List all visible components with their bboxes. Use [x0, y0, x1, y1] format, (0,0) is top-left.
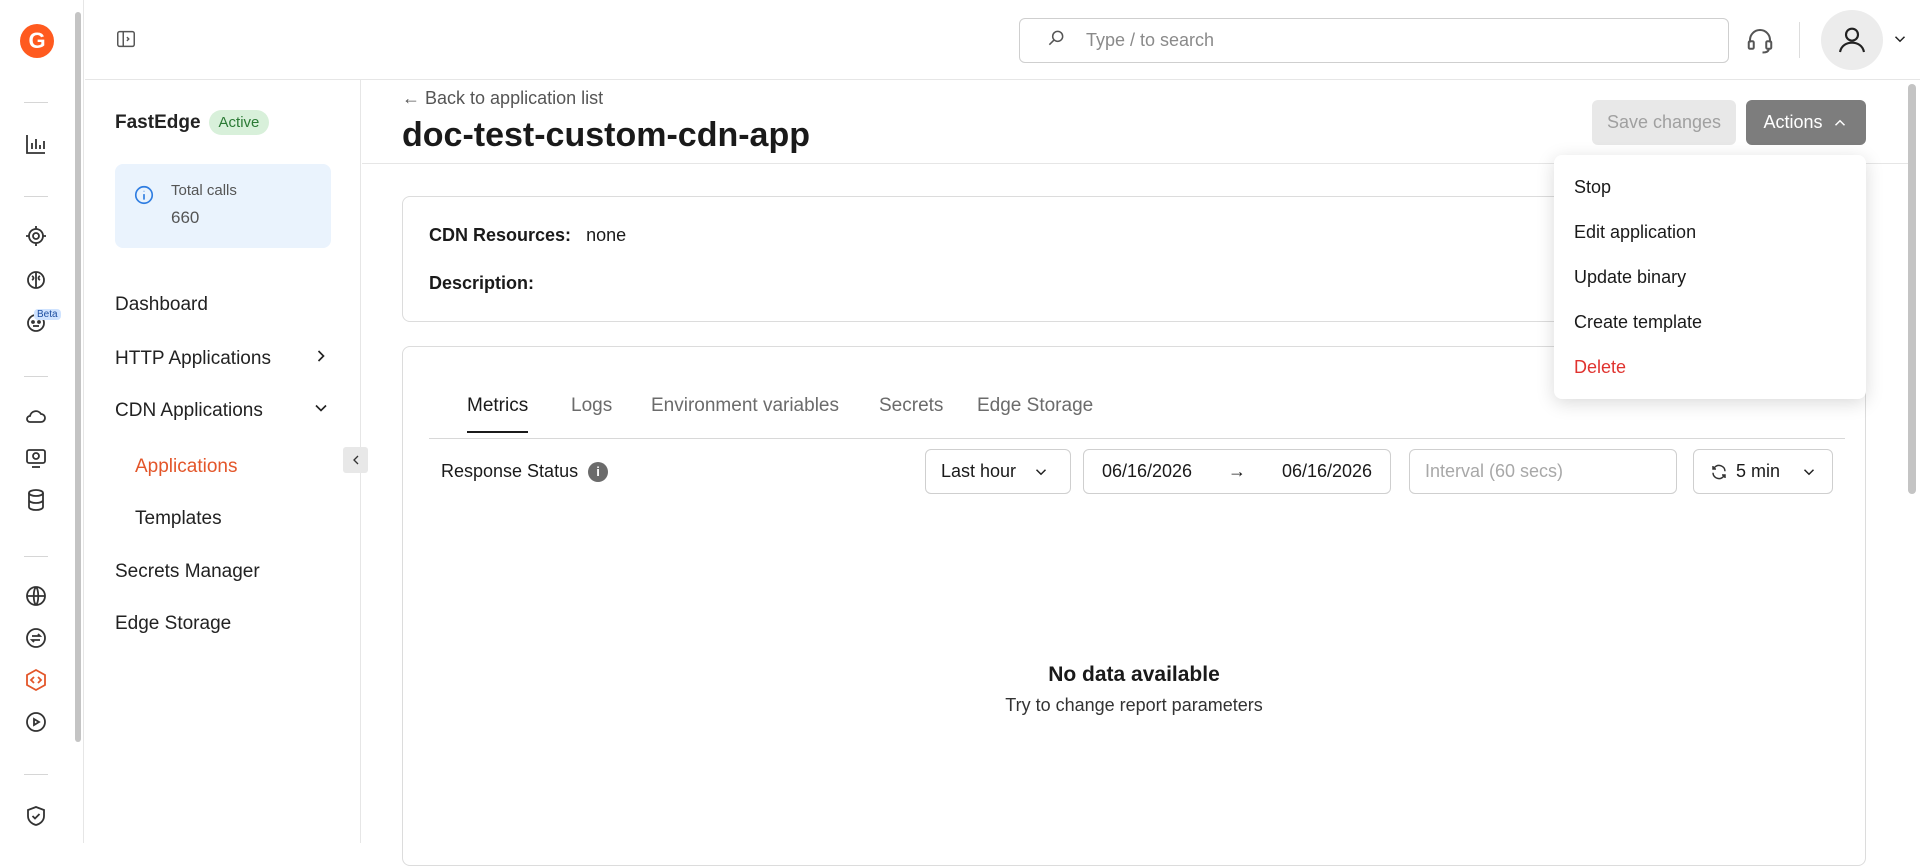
chevron-down-icon — [1036, 468, 1047, 475]
menu-item-edit-application[interactable]: Edit application — [1574, 222, 1696, 243]
tab-environment-variables[interactable]: Environment variables — [651, 395, 839, 431]
beta-badge: Beta — [34, 309, 61, 320]
total-calls-value: 660 — [171, 208, 200, 227]
database-icon[interactable] — [22, 486, 50, 514]
interval-placeholder: Interval (60 secs) — [1425, 461, 1564, 481]
chevron-down-icon — [1803, 468, 1815, 475]
brain-icon[interactable] — [22, 266, 50, 294]
menu-item-create-template[interactable]: Create template — [1574, 312, 1702, 333]
search-input[interactable]: Type / to search — [1019, 18, 1729, 63]
sidebar-item-templates[interactable]: Templates — [135, 508, 222, 530]
tab-edge-storage[interactable]: Edge Storage — [977, 395, 1093, 431]
cdn-resources-value: none — [586, 225, 627, 245]
rail-divider — [24, 102, 48, 103]
logo-icon[interactable]: G — [20, 24, 54, 58]
cdn-resources-row: CDN Resources: none — [429, 225, 626, 246]
refresh-select[interactable]: 5 min — [1693, 449, 1833, 494]
range-select-value: Last hour — [941, 461, 1017, 481]
status-badge: Active — [208, 110, 270, 135]
description-label: Description: — [429, 273, 535, 293]
response-status-title: Response Status i — [441, 461, 609, 482]
actions-label: Actions — [1763, 112, 1823, 132]
actions-menu: Stop Edit application Update binary Crea… — [1554, 155, 1866, 399]
cdn-resources-label: CDN Resources: — [429, 225, 572, 245]
sidebar-item-applications[interactable]: Applications — [135, 456, 237, 478]
interval-input[interactable]: Interval (60 secs) — [1409, 449, 1677, 494]
rail-divider — [24, 556, 48, 557]
tab-secrets[interactable]: Secrets — [879, 395, 943, 431]
product-title: FastEdge Active — [115, 110, 270, 135]
chevron-right-icon — [311, 346, 331, 372]
sidebar-item-label: Dashboard — [115, 294, 208, 315]
rail-scrollbar[interactable] — [75, 12, 81, 742]
top-bar: Type / to search — [85, 0, 1920, 80]
sidebar-item-edge-storage[interactable]: Edge Storage — [115, 613, 331, 635]
play-icon[interactable] — [22, 708, 50, 736]
topbar-divider — [1799, 22, 1800, 58]
actions-button[interactable]: Actions — [1746, 100, 1866, 145]
empty-state: No data available Try to change report p… — [403, 663, 1865, 716]
sidebar-item-cdn-applications[interactable]: CDN Applications — [115, 398, 331, 424]
sidebar-item-label: Secrets Manager — [115, 561, 260, 582]
code-icon[interactable] — [22, 666, 50, 694]
rail-divider — [24, 196, 48, 197]
date-range-picker[interactable]: 06/16/2026 → 06/16/2026 — [1083, 449, 1391, 494]
back-link-label: Back to application list — [425, 88, 604, 108]
search-placeholder: Type / to search — [1086, 30, 1215, 50]
refresh-icon — [1712, 464, 1726, 479]
menu-item-update-binary[interactable]: Update binary — [1574, 267, 1686, 288]
side-navigation: FastEdge Active Total calls 660 Dashboar… — [85, 80, 361, 843]
shield-check-icon[interactable] — [22, 802, 50, 830]
main-scrollbar[interactable] — [1908, 84, 1916, 494]
arrow-right-icon: → — [1228, 461, 1246, 481]
menu-item-delete[interactable]: Delete — [1574, 357, 1626, 378]
info-icon[interactable]: i — [588, 461, 609, 482]
total-calls-label: Total calls — [171, 182, 237, 199]
info-icon — [133, 184, 155, 206]
description-row: Description: — [429, 273, 544, 294]
sidebar-toggle-icon[interactable] — [115, 28, 137, 50]
sidebar-item-secrets-manager[interactable]: Secrets Manager — [115, 561, 331, 583]
product-name: FastEdge — [115, 111, 201, 133]
page-title: doc-test-custom-cdn-app — [402, 116, 810, 154]
bar-chart-icon[interactable] — [22, 130, 50, 158]
date-from[interactable]: 06/16/2026 — [1102, 461, 1192, 482]
chip-icon[interactable] — [22, 222, 50, 250]
monitor-icon[interactable] — [22, 444, 50, 472]
globe-icon[interactable] — [22, 582, 50, 610]
sync-icon[interactable] — [22, 624, 50, 652]
headset-icon[interactable] — [1745, 25, 1775, 55]
total-calls-box: Total calls 660 — [115, 164, 331, 248]
empty-state-title: No data available — [1048, 663, 1220, 686]
metrics-card: Metrics Logs Environment variables Secre… — [402, 346, 1866, 866]
sidebar-item-http-applications[interactable]: HTTP Applications — [115, 346, 331, 372]
sidebar-item-label: HTTP Applications — [115, 348, 271, 369]
rail-divider — [24, 376, 48, 377]
empty-state-hint: Try to change report parameters — [1005, 695, 1263, 715]
sidebar-item-label: Edge Storage — [115, 613, 232, 634]
icon-rail: G Beta — [0, 0, 84, 843]
chevron-down-icon[interactable] — [1891, 30, 1909, 53]
search-icon — [1046, 28, 1066, 53]
chevron-down-icon — [311, 398, 331, 424]
chevron-up-icon — [1834, 119, 1845, 126]
tab-metrics[interactable]: Metrics — [467, 395, 529, 433]
arrow-left-icon: ← — [402, 88, 420, 108]
menu-item-stop[interactable]: Stop — [1574, 177, 1611, 198]
range-select[interactable]: Last hour — [925, 449, 1071, 494]
avatar[interactable] — [1821, 10, 1883, 70]
rail-divider — [24, 774, 48, 775]
sidebar-item-label: CDN Applications — [115, 400, 263, 421]
date-to[interactable]: 06/16/2026 — [1282, 461, 1372, 482]
save-button[interactable]: Save changes — [1592, 100, 1736, 145]
sidebar-item-dashboard[interactable]: Dashboard — [115, 294, 331, 316]
back-link[interactable]: ← Back to application list — [402, 88, 603, 109]
tab-logs[interactable]: Logs — [571, 395, 612, 431]
response-status-label: Response Status — [441, 461, 579, 481]
refresh-value: 5 min — [1736, 461, 1781, 481]
cloud-icon[interactable] — [22, 402, 50, 430]
